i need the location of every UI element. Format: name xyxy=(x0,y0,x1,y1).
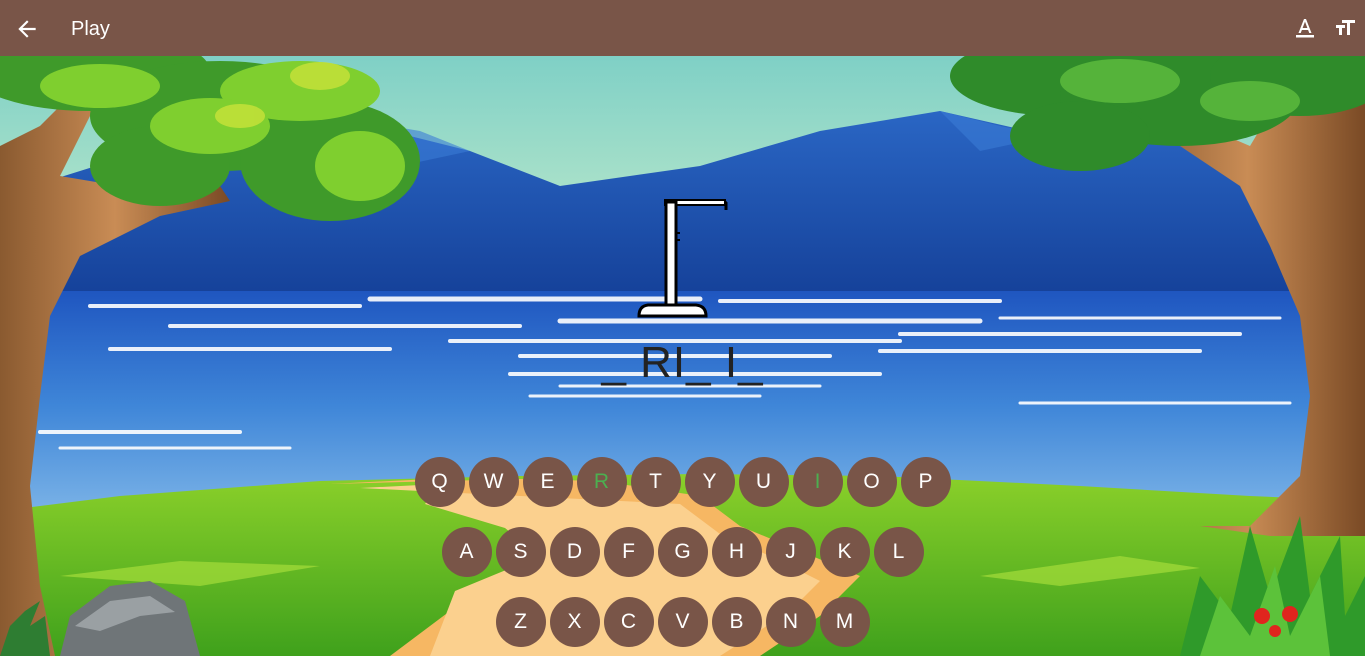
key-s[interactable]: S xyxy=(495,527,546,577)
hidden-word-display: _ RI_ I_ xyxy=(601,338,764,387)
key-b[interactable]: B xyxy=(711,597,762,647)
key-r[interactable]: R xyxy=(576,457,627,507)
key-o[interactable]: O xyxy=(846,457,897,507)
key-a[interactable]: A xyxy=(441,527,492,577)
key-p[interactable]: P xyxy=(900,457,951,507)
key-g[interactable]: G xyxy=(657,527,708,577)
key-e[interactable]: E xyxy=(522,457,573,507)
format-color-text-icon[interactable] xyxy=(1293,16,1317,40)
keyboard-row-3: ZXCVBNM xyxy=(0,597,1365,647)
key-q[interactable]: Q xyxy=(414,457,465,507)
key-f[interactable]: F xyxy=(603,527,654,577)
arrow-back-icon[interactable] xyxy=(14,16,40,42)
key-v[interactable]: V xyxy=(657,597,708,647)
key-d[interactable]: D xyxy=(549,527,600,577)
key-n[interactable]: N xyxy=(765,597,816,647)
keyboard-row-1: QWERTYUIOP xyxy=(0,457,1365,507)
key-m[interactable]: M xyxy=(819,597,870,647)
key-l[interactable]: L xyxy=(873,527,924,577)
key-u[interactable]: U xyxy=(738,457,789,507)
key-c[interactable]: C xyxy=(603,597,654,647)
key-w[interactable]: W xyxy=(468,457,519,507)
format-size-icon[interactable] xyxy=(1333,16,1357,40)
key-z[interactable]: Z xyxy=(495,597,546,647)
app-bar: Play xyxy=(0,0,1365,56)
keyboard-row-2: ASDFGHJKL xyxy=(0,527,1365,577)
key-k[interactable]: K xyxy=(819,527,870,577)
key-x[interactable]: X xyxy=(549,597,600,647)
page-title: Play xyxy=(71,18,110,40)
key-t[interactable]: T xyxy=(630,457,681,507)
gallows-drawing xyxy=(636,198,730,320)
key-j[interactable]: J xyxy=(765,527,816,577)
key-y[interactable]: Y xyxy=(684,457,735,507)
key-h[interactable]: H xyxy=(711,527,762,577)
key-i[interactable]: I xyxy=(792,457,843,507)
